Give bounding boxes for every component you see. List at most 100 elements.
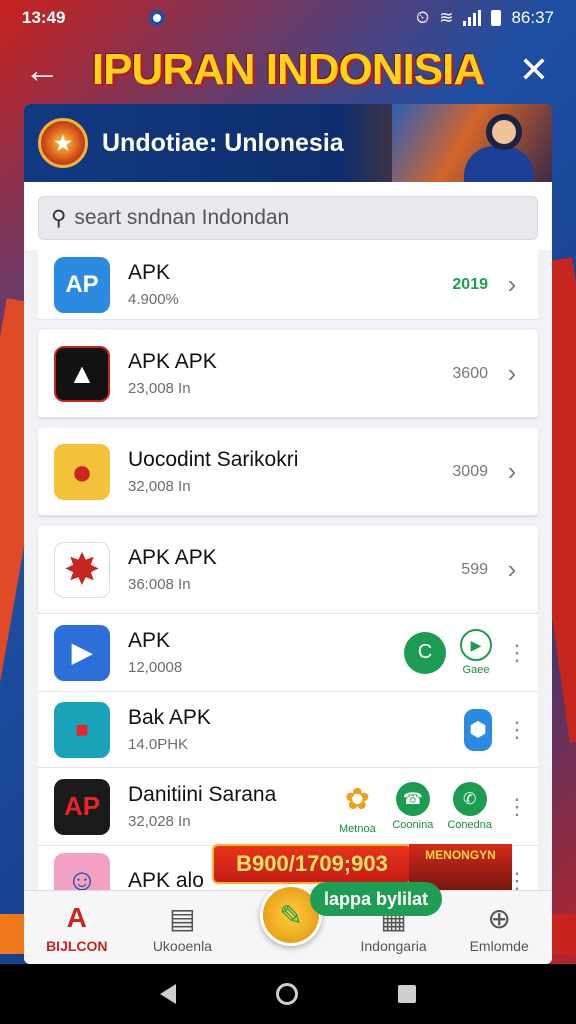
nav-label: Indongaria <box>360 937 427 954</box>
action-label: Coonina <box>392 819 434 831</box>
play-icon: ▶ <box>460 629 492 661</box>
open-circle-icon: C <box>404 631 446 674</box>
app-icon: ▶ <box>54 624 110 681</box>
list-item[interactable]: ✸ APK APK 36:008 In 599 › <box>38 526 538 614</box>
signal-icon <box>463 10 482 26</box>
app-count: 3009 <box>452 462 488 480</box>
app-name: APK APK <box>128 350 217 373</box>
status-battery-text: 86:37 <box>511 8 554 27</box>
list-item-text: Danitiini Sarana 32,028 In <box>128 783 336 830</box>
nav-search[interactable]: ⊕ Emlomde <box>446 902 552 954</box>
list-item-text: APK APK 23,008 In <box>128 350 452 397</box>
app-icon: ✸ <box>54 541 110 598</box>
promo-banner[interactable]: B900/1709;903 <box>212 844 412 884</box>
list-item[interactable]: ▲ APK APK 23,008 In 3600 › <box>38 330 538 418</box>
app-subtitle: 32,008 In <box>128 478 191 495</box>
action-label: Metnoa <box>339 823 376 835</box>
shield-icon: ⬢ <box>464 708 492 751</box>
app-name: APK <box>128 629 171 652</box>
status-bar: 13:49 ⏲ ≋ 86:37 <box>0 0 576 36</box>
app-subtitle: 36:008 In <box>128 576 191 593</box>
main-card: ★ Undotiae: Unlonesia ↻ ⚲ seart sndnan I… <box>24 104 552 964</box>
banner-illustration <box>392 104 552 182</box>
app-icon: ▲ <box>54 345 110 402</box>
shield-action[interactable]: ⬢ <box>464 708 492 751</box>
search-input[interactable]: ⚲ seart sndnan Indondan <box>38 196 538 240</box>
system-back-icon[interactable] <box>160 984 176 1004</box>
list-item-text: Uocodint Sarikokri 32,008 In <box>128 448 452 495</box>
app-subtitle: 4.900% <box>128 291 179 308</box>
app-name: APK APK <box>128 546 217 569</box>
action-label: Gaee <box>462 664 490 676</box>
nav-library[interactable]: ▤ Ukooenla <box>130 902 236 954</box>
status-indicators: ⏲ ≋ 86:37 <box>416 8 554 28</box>
app-subtitle: 23,008 In <box>128 380 191 397</box>
chevron-right-icon[interactable]: › <box>502 358 522 389</box>
title-bar: ← IPURAN INDONISIA ✕ <box>0 40 576 100</box>
app-count: 2019 <box>452 275 488 293</box>
action-label: Conedna <box>447 819 492 831</box>
magnifier-icon: ⊕ <box>487 902 511 934</box>
nav-label: Emlomde <box>469 937 529 954</box>
app-count: 599 <box>461 560 488 578</box>
clover-icon: ✿ <box>344 782 370 816</box>
page-title: IPURAN INDONISIA <box>91 45 485 94</box>
app-icon: ● <box>54 443 110 500</box>
app-icon: AP <box>54 778 110 835</box>
search-bar: ⚲ seart sndnan Indondan <box>24 182 552 250</box>
chevron-right-icon[interactable]: › <box>502 269 522 300</box>
list-item-text: APK 4.900% <box>128 261 452 308</box>
list-item-text: APK APK 36:008 In <box>128 546 461 593</box>
list-item[interactable]: ▶ APK 12,0008 C ▶ Gaee ⋮ <box>38 614 538 692</box>
list-item[interactable]: ■ Bak APK 14.0PHK ⬢ ⋮ <box>38 692 538 768</box>
more-vert-icon[interactable]: ⋮ <box>506 718 528 740</box>
search-icon: ⚲ <box>51 206 67 230</box>
figure-head <box>486 114 522 150</box>
back-arrow-icon[interactable]: ← <box>22 49 62 91</box>
app-name: APK <box>128 261 171 284</box>
alarm-icon: ⏲ <box>415 8 430 27</box>
app-subtitle: 32,028 In <box>128 813 191 830</box>
app-count: 3600 <box>452 364 488 382</box>
notification-icon <box>149 10 166 26</box>
chat-icon: ✆ <box>452 782 487 816</box>
phone-icon: ☎ <box>395 782 430 816</box>
list-item[interactable]: ● Uocodint Sarikokri 32,008 In 3009 › <box>38 428 538 516</box>
header-banner: ★ Undotiae: Unlonesia ↻ <box>24 104 552 182</box>
chevron-right-icon[interactable]: › <box>502 456 522 487</box>
conedna-action[interactable]: ✆ Conedna <box>447 782 492 831</box>
list-item-text: APK 12,0008 <box>128 629 404 676</box>
open-action[interactable]: C <box>404 631 446 674</box>
more-vert-icon[interactable]: ⋮ <box>506 641 528 663</box>
status-time: 13:49 <box>22 8 66 27</box>
figure-body <box>464 146 534 182</box>
banner-title: Undotiae: Unlonesia <box>102 128 344 157</box>
app-list: AP APK 4.900% 2019 › ▲ APK APK 23,008 In… <box>24 250 552 916</box>
battery-icon <box>491 10 502 26</box>
app-subtitle: 14.0PHK <box>128 736 189 753</box>
wifi-icon: ≋ <box>439 8 454 27</box>
shield-logo-icon: ★ <box>38 118 88 168</box>
more-vert-icon[interactable]: ⋮ <box>506 795 528 817</box>
system-recents-icon[interactable] <box>398 985 416 1003</box>
list-item[interactable]: AP APK 4.900% 2019 › <box>38 250 538 320</box>
system-navigation <box>0 964 576 1024</box>
close-icon[interactable]: ✕ <box>514 49 554 91</box>
app-icon: AP <box>54 256 110 313</box>
coonina-action[interactable]: ☎ Coonina <box>392 782 433 831</box>
system-home-icon[interactable] <box>276 983 298 1005</box>
nav-label: Ukooenla <box>152 937 212 954</box>
home-logo-icon: A <box>66 901 87 933</box>
app-name: Danitiini Sarana <box>128 783 277 806</box>
app-name: Bak APK <box>128 706 211 729</box>
app-name: Uocodint Sarikokri <box>128 448 299 471</box>
metnoa-action[interactable]: ✿ Metnoa <box>336 778 378 836</box>
list-item-text: Bak APK 14.0PHK <box>128 706 464 753</box>
app-icon: ■ <box>54 701 110 758</box>
chevron-right-icon[interactable]: › <box>502 554 522 585</box>
game-action[interactable]: ▶ Gaee <box>460 629 492 676</box>
nav-home[interactable]: A BIJLCON <box>24 902 130 954</box>
list-item[interactable]: AP Danitiini Sarana 32,028 In ✿ Metnoa ☎… <box>38 768 538 846</box>
fab-tooltip: lappa bylilat <box>310 882 443 916</box>
leaf-icon: ✎ <box>279 899 303 931</box>
